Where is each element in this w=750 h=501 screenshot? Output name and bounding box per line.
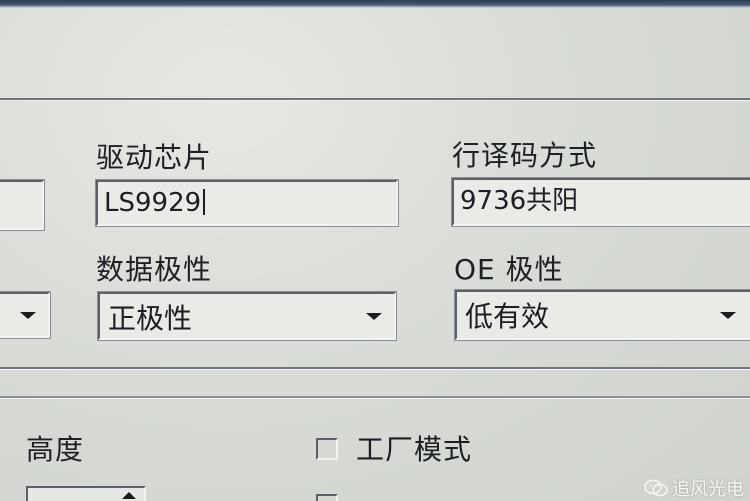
left-partial-dropdown-button[interactable] xyxy=(11,297,45,333)
left-partial-select[interactable] xyxy=(0,291,51,339)
oe-polarity-dropdown-button[interactable] xyxy=(711,295,745,335)
data-polarity-label: 数据极性 xyxy=(96,253,213,286)
data-polarity-dropdown-button[interactable] xyxy=(357,297,391,335)
second-checkbox-partial[interactable] xyxy=(316,494,338,501)
watermark-text: 追风光电 xyxy=(672,479,744,500)
row-decoding-label: 行译码方式 xyxy=(452,139,598,172)
height-label: 高度 xyxy=(26,433,85,466)
left-partial-field[interactable] xyxy=(0,179,45,231)
driver-chip-label: 驱动芯片 xyxy=(96,141,213,174)
spin-up-arrow-icon[interactable] xyxy=(122,492,136,499)
settings-screen: 驱动芯片 LS9929 行译码方式 9736共阳 数据极性 正极性 OE 极性 … xyxy=(0,0,750,501)
text-caret xyxy=(203,189,206,215)
group-divider-lower xyxy=(0,396,750,398)
factory-mode-label: 工厂模式 xyxy=(356,433,473,466)
height-spinbox[interactable] xyxy=(26,486,146,501)
oe-polarity-select[interactable]: 低有效 xyxy=(454,289,750,341)
watermark: 追风光电 xyxy=(644,475,744,501)
row-decoding-input[interactable]: 9736共阳 xyxy=(451,177,750,227)
row-decoding-value: 9736共阳 xyxy=(460,186,579,216)
window-top-edge xyxy=(0,0,750,8)
data-polarity-select[interactable]: 正极性 xyxy=(97,291,397,341)
oe-polarity-label: OE 极性 xyxy=(454,253,564,286)
chevron-down-icon xyxy=(366,312,382,320)
oe-polarity-value: 低有效 xyxy=(465,300,550,333)
group-divider-middle xyxy=(0,367,750,369)
group-divider-top xyxy=(0,98,750,100)
chevron-down-icon xyxy=(720,311,736,319)
data-polarity-value: 正极性 xyxy=(108,302,193,335)
driver-chip-value: LS9929 xyxy=(104,188,206,218)
wechat-icon xyxy=(644,479,668,497)
driver-chip-input[interactable]: LS9929 xyxy=(95,179,399,227)
chevron-down-icon xyxy=(20,311,36,319)
factory-mode-checkbox[interactable] xyxy=(316,438,338,460)
